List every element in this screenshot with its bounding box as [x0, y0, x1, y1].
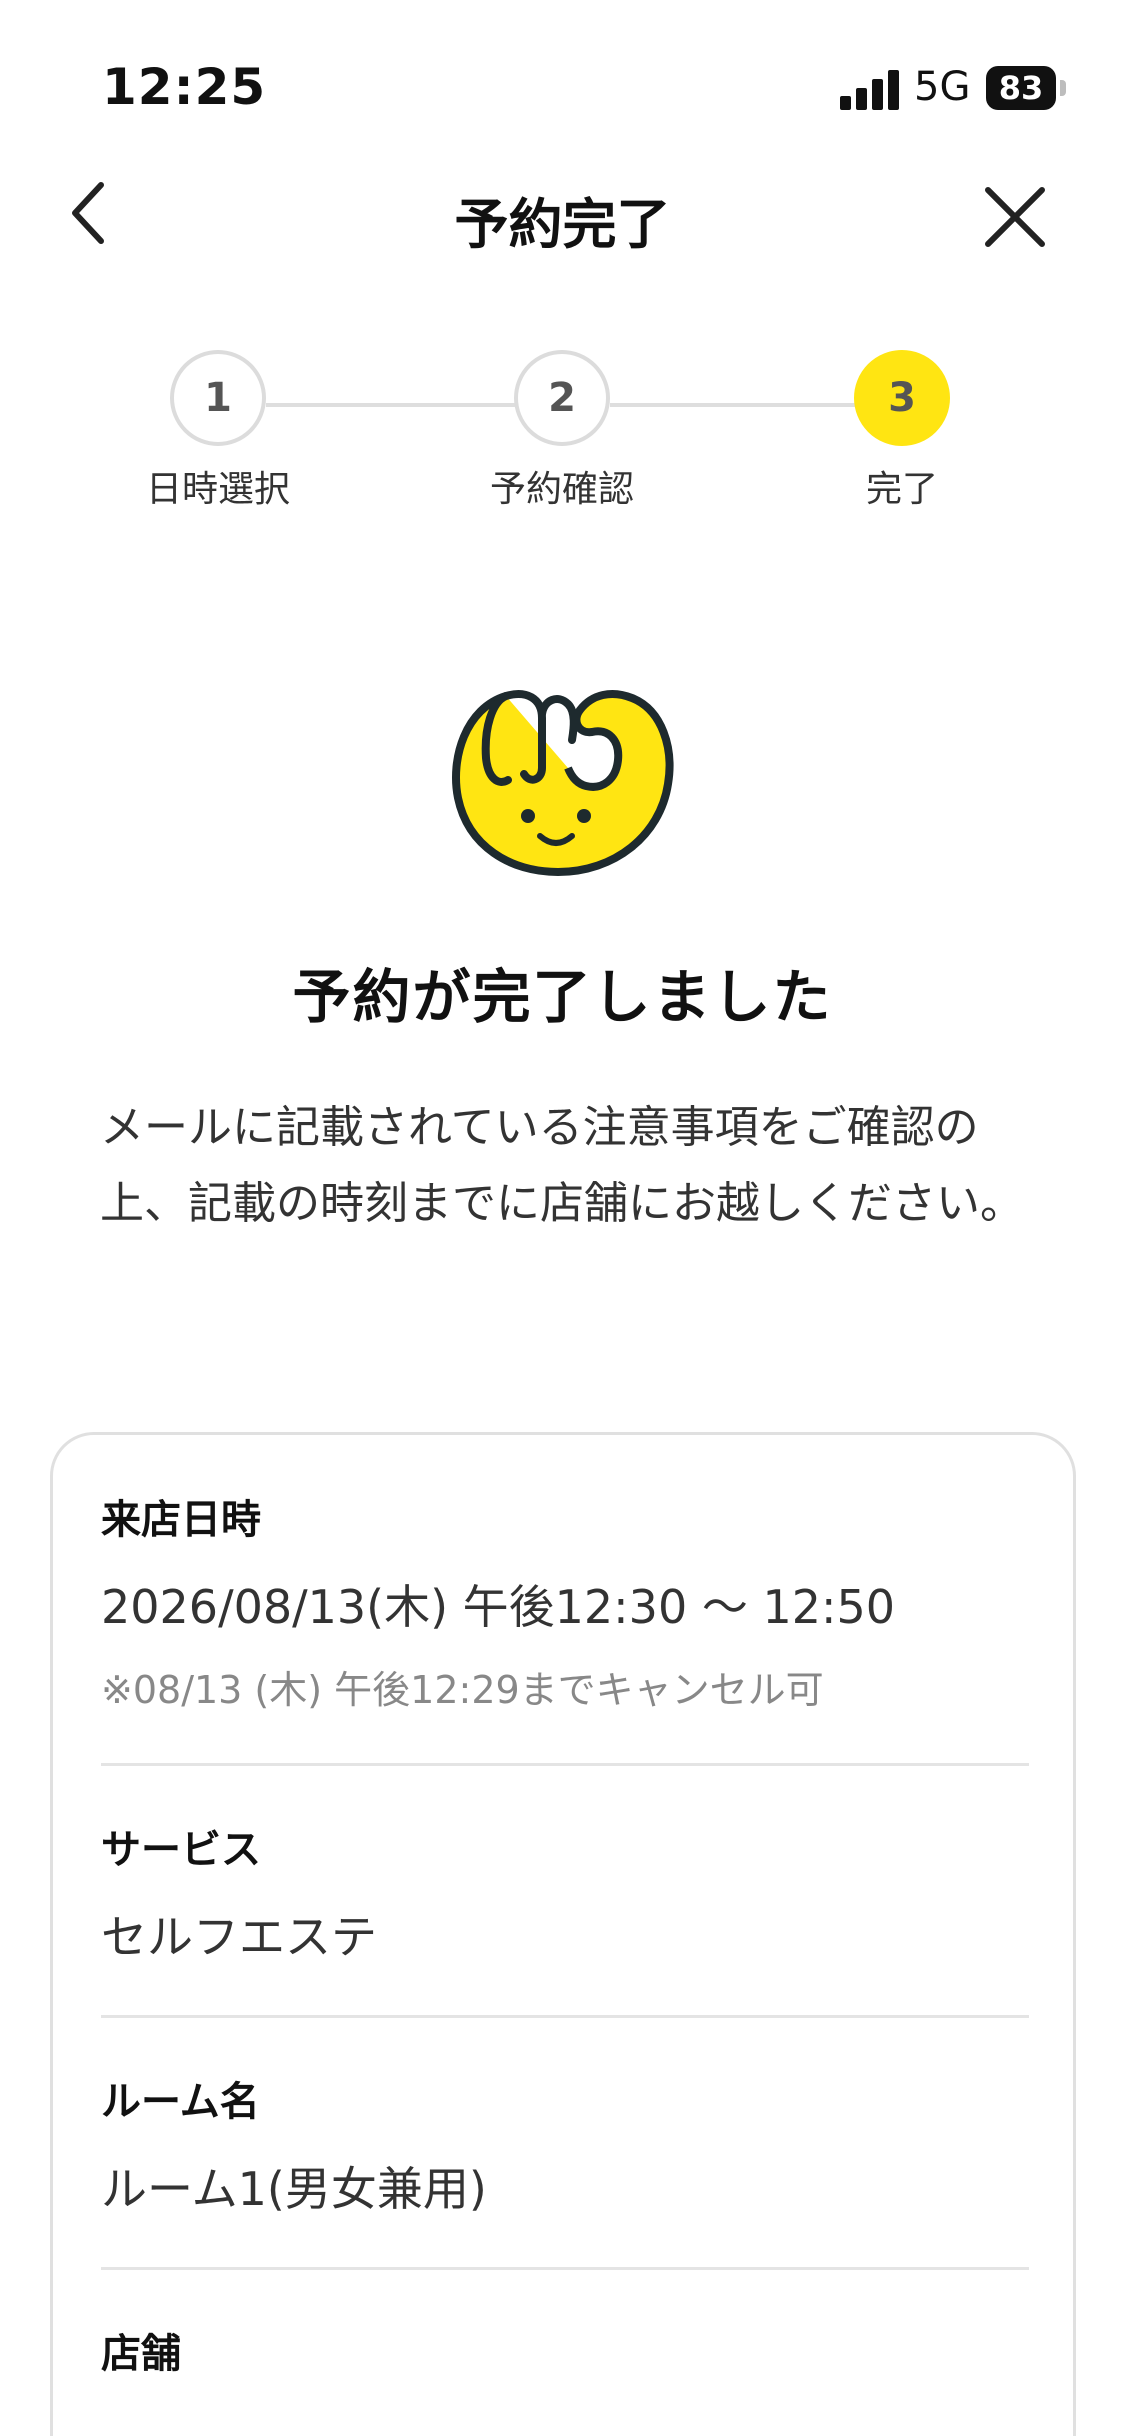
room-section: ルーム名 ルーム1(男女兼用) [101, 2069, 1029, 2219]
battery-cap [1060, 80, 1066, 96]
nav-bar: 予約完了 [0, 170, 1125, 260]
reservation-details-card: 来店日時 2026/08/13(木) 午後12:30 〜 12:50 ※08/1… [50, 1432, 1076, 2436]
close-icon [985, 187, 1045, 247]
visit-datetime-section: 来店日時 2026/08/13(木) 午後12:30 〜 12:50 ※08/1… [101, 1487, 1029, 1714]
step-number: 1 [170, 350, 266, 446]
step-label: 日時選択 [145, 469, 290, 510]
divider [101, 1763, 1029, 1766]
service-value: セルフエステ [101, 1910, 377, 1964]
section-label: 来店日時 [101, 1497, 261, 1543]
service-section: サービス セルフエステ [101, 1817, 1029, 1967]
signal-icon [840, 68, 900, 110]
section-label: サービス [101, 1827, 261, 1873]
section-label: ルーム名 [101, 2079, 260, 2125]
divider [101, 2015, 1029, 2018]
room-value: ルーム1(男女兼用) [101, 2162, 487, 2216]
store-section: 店舗 [101, 2321, 1029, 2379]
divider [101, 2267, 1029, 2270]
progress-stepper: 1 日時選択 2 予約確認 3 完了 [0, 350, 1125, 510]
section-label: 店舗 [101, 2331, 181, 2377]
step-2: 2 予約確認 [432, 350, 692, 512]
step-3: 3 完了 [772, 350, 1032, 512]
battery-icon: 83 [986, 66, 1056, 110]
step-label: 予約確認 [489, 469, 634, 510]
complete-title: 予約が完了しました [292, 963, 833, 1031]
complete-message: メールに記載されている注意事項をご確認の上、記載の時刻までに店舗にお越しください… [100, 1102, 1024, 1229]
status-bar: 12:25 5G 83 [0, 0, 1125, 150]
step-label: 完了 [865, 469, 938, 510]
page-title: 予約完了 [454, 193, 671, 256]
step-number: 2 [514, 350, 610, 446]
step-1: 1 日時選択 [88, 350, 348, 512]
visit-datetime-value: 2026/08/13(木) 午後12:30 〜 12:50 [101, 1580, 896, 1634]
cancel-deadline-note: ※08/13 (木) 午後12:29までキャンセル可 [101, 1668, 824, 1712]
step-number: 3 [854, 350, 950, 446]
status-time: 12:25 [102, 58, 267, 116]
reservation-complete-screen: 12:25 5G 83 予約完了 1 日時選択 2 予約確認 3 完了 予約が完… [0, 0, 1125, 2436]
network-type: 5G [914, 64, 971, 110]
mascot-icon [452, 690, 674, 876]
close-button[interactable] [980, 182, 1050, 252]
